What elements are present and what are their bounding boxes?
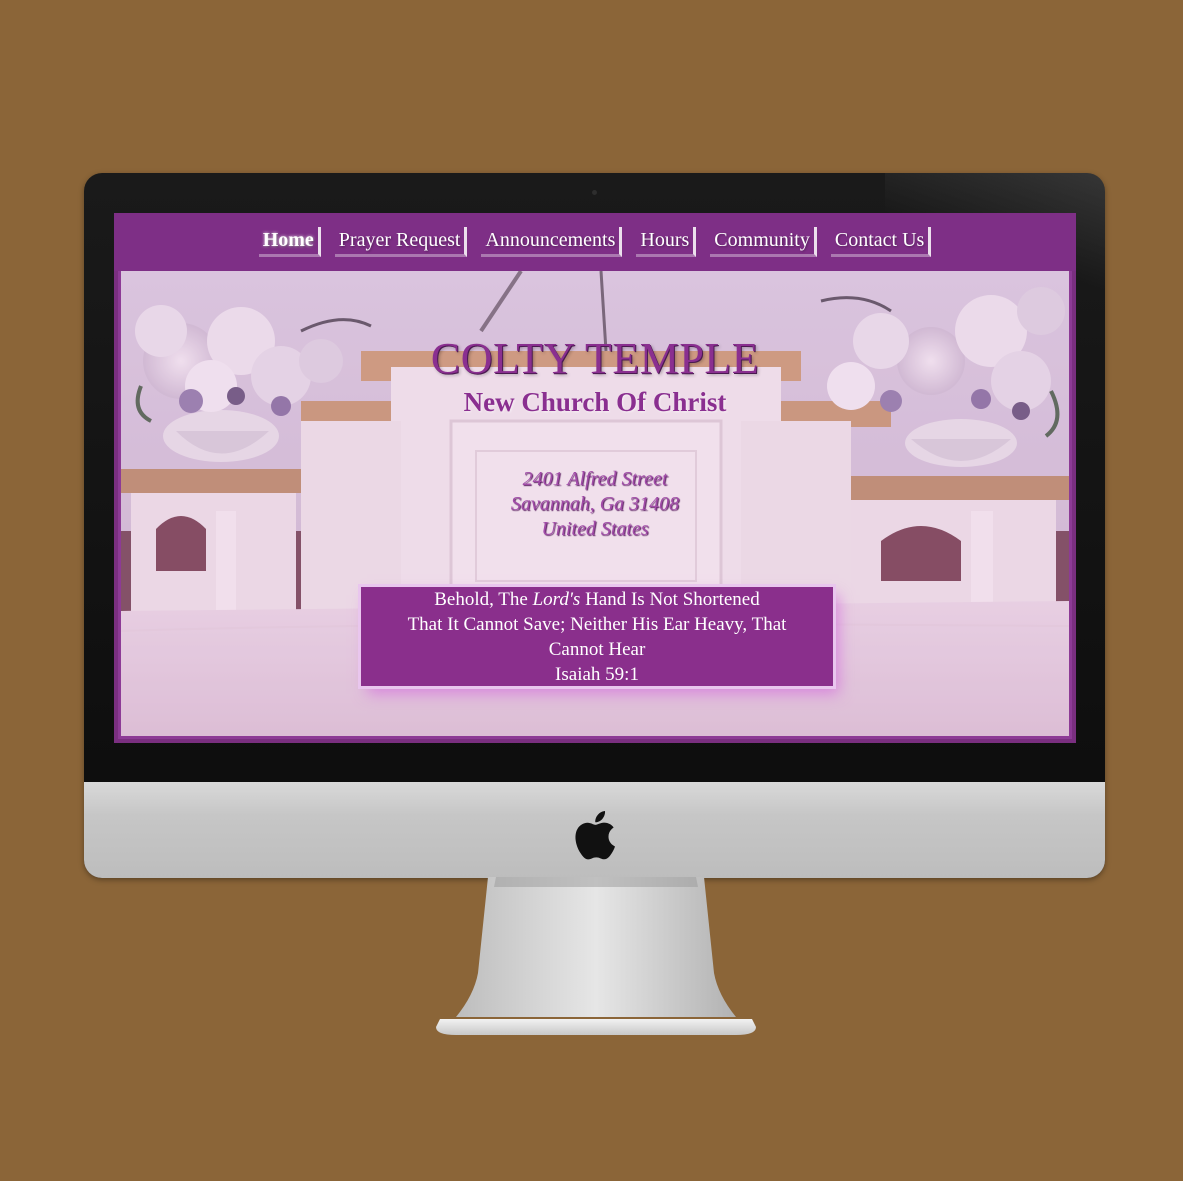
apple-logo-icon: [575, 811, 615, 860]
camera-icon: [592, 190, 597, 195]
verse-text-start: Behold, The: [434, 589, 533, 610]
nav-hours-link[interactable]: Hours: [636, 227, 697, 257]
nav-home-link[interactable]: Home: [258, 227, 321, 257]
monitor-chin: [84, 782, 1105, 878]
nav-prayer-request-link[interactable]: Prayer Request: [334, 227, 468, 257]
nav-community-link[interactable]: Community: [710, 227, 817, 257]
monitor-stand: [436, 877, 756, 1035]
address-line-2: Savannah, Ga 31408: [510, 493, 680, 515]
verse-text-end: Hand Is Not Shortened: [580, 589, 760, 610]
address-line-1: 2401 Alfred Street: [522, 468, 668, 490]
verse-line-1: Behold, The Lord's Hand Is Not Shortened: [361, 587, 833, 612]
main-navbar: Home Prayer Request Announcements Hours …: [114, 213, 1076, 271]
address-line-3: United States: [541, 518, 649, 540]
church-title: COLTY TEMPLE: [430, 334, 760, 383]
verse-reference: Isaiah 59:1: [555, 664, 639, 685]
church-address: 2401 Alfred Street Savannah, Ga 31408 Un…: [121, 467, 1069, 542]
verse-emphasis: Lord's: [532, 589, 581, 610]
scripture-verse-box: Behold, The Lord's Hand Is Not Shortened…: [361, 587, 833, 686]
imac-monitor: Home Prayer Request Announcements Hours …: [84, 173, 1105, 878]
website-screen: Home Prayer Request Announcements Hours …: [114, 213, 1076, 743]
verse-line-3: Cannot Hear: [548, 639, 646, 660]
church-subtitle: New Church Of Christ: [463, 387, 727, 417]
nav-contact-us-link[interactable]: Contact Us: [830, 227, 932, 257]
verse-line-2: That It Cannot Save; Neither His Ear Hea…: [407, 614, 787, 635]
nav-announcements-link[interactable]: Announcements: [481, 227, 623, 257]
hero-section: COLTY TEMPLE New Church Of Christ 2401 A…: [118, 271, 1072, 739]
